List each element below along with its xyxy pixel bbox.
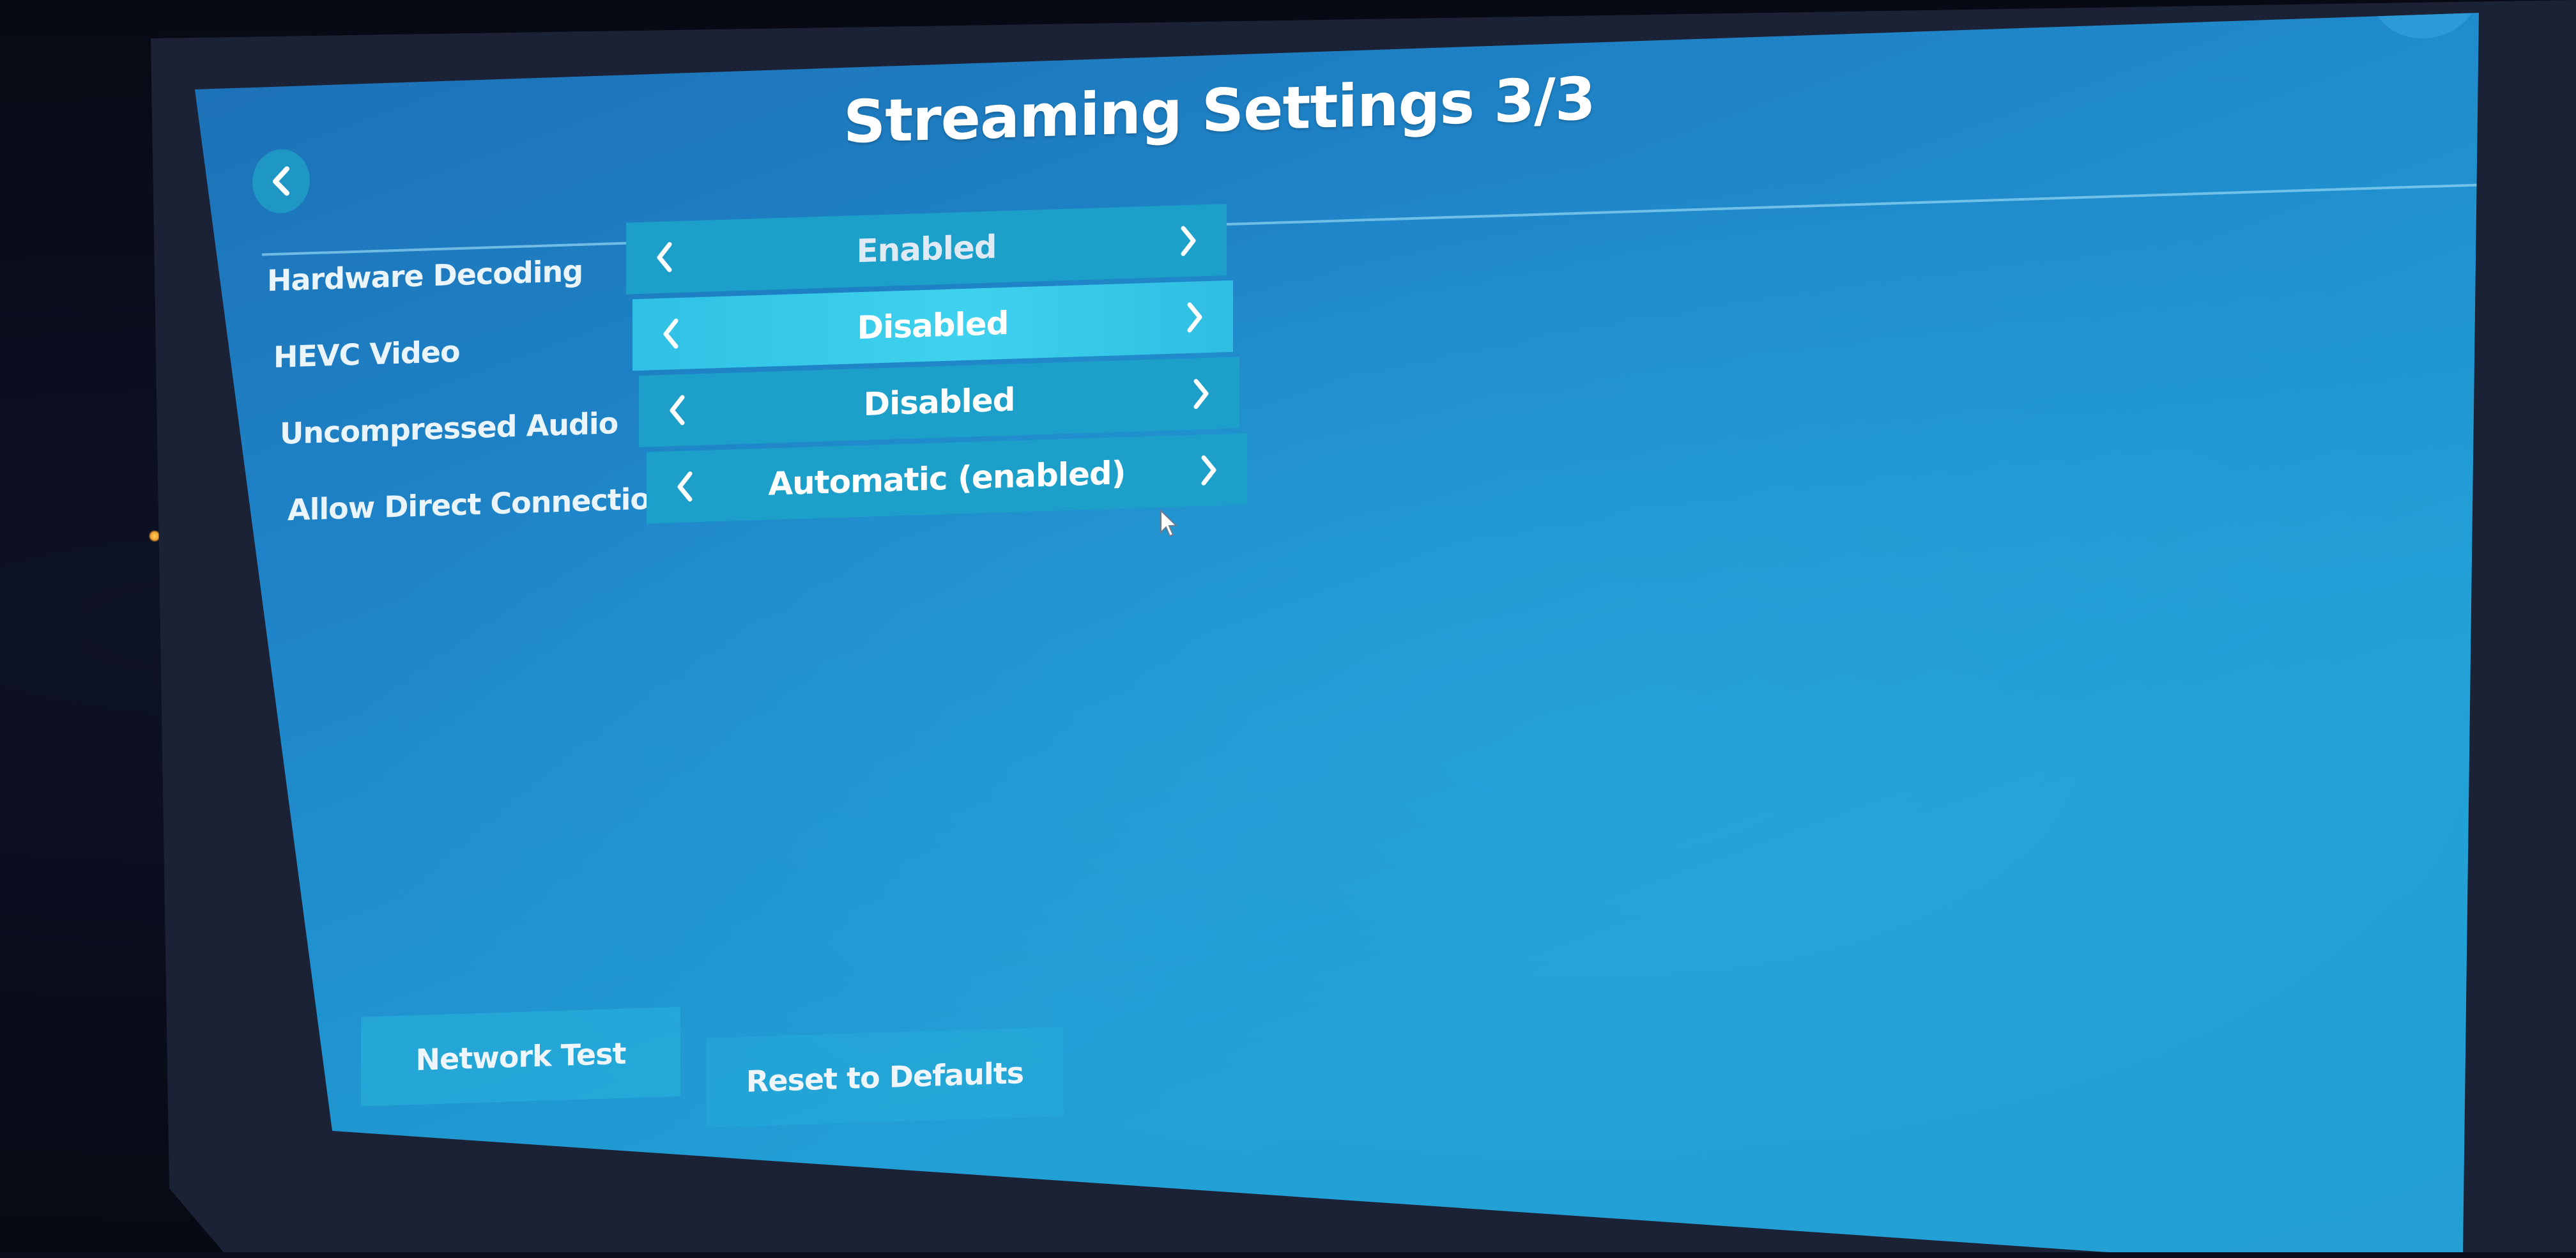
chevron-left-icon bbox=[663, 318, 678, 349]
network-test-button[interactable]: Network Test bbox=[361, 1006, 680, 1107]
settings-page: Streaming Settings 3/3 ? Hardware Decodi… bbox=[195, 13, 2479, 1252]
option-value: Disabled bbox=[857, 304, 1009, 347]
settings-list: Hardware Decoding Enabled HEVC Video Dis… bbox=[262, 203, 1247, 541]
chevron-right-icon bbox=[1187, 302, 1202, 333]
setting-label: Allow Direct Connection bbox=[288, 480, 670, 528]
chevron-right-icon bbox=[1201, 455, 1216, 486]
option-value: Disabled bbox=[863, 381, 1015, 423]
next-option-button[interactable] bbox=[1176, 221, 1201, 260]
back-button[interactable] bbox=[252, 148, 310, 215]
chevron-left-icon bbox=[273, 166, 289, 196]
reset-to-defaults-button[interactable]: Reset to Defaults bbox=[706, 1027, 1064, 1128]
chevron-left-icon bbox=[677, 471, 693, 502]
chevron-left-icon bbox=[657, 242, 672, 272]
option-value: Enabled bbox=[856, 228, 997, 270]
option-selector[interactable]: Disabled bbox=[639, 357, 1239, 448]
option-selector[interactable]: Enabled bbox=[626, 204, 1227, 295]
option-selector[interactable]: Automatic (enabled) bbox=[647, 433, 1247, 524]
previous-option-button[interactable] bbox=[672, 467, 698, 506]
power-led-icon bbox=[149, 530, 160, 542]
setting-label: HEVC Video bbox=[273, 334, 460, 374]
next-option-button[interactable] bbox=[1188, 374, 1214, 413]
next-option-button[interactable] bbox=[1182, 298, 1208, 337]
mouse-cursor-icon bbox=[1160, 509, 1178, 537]
chevron-right-icon bbox=[1181, 226, 1196, 256]
setting-label: Hardware Decoding bbox=[267, 253, 583, 298]
previous-option-button[interactable] bbox=[664, 390, 690, 429]
chevron-left-icon bbox=[670, 395, 685, 426]
next-option-button[interactable] bbox=[1196, 450, 1222, 489]
tv-screen: Streaming Settings 3/3 ? Hardware Decodi… bbox=[195, 13, 2479, 1252]
setting-label: Uncompressed Audio bbox=[280, 406, 618, 451]
option-selector[interactable]: Disabled bbox=[632, 280, 1233, 371]
page-title: Streaming Settings 3/3 bbox=[843, 64, 1595, 157]
previous-option-button[interactable] bbox=[658, 314, 684, 353]
previous-option-button[interactable] bbox=[652, 238, 677, 277]
chevron-right-icon bbox=[1193, 379, 1209, 410]
option-value: Automatic (enabled) bbox=[768, 454, 1126, 503]
